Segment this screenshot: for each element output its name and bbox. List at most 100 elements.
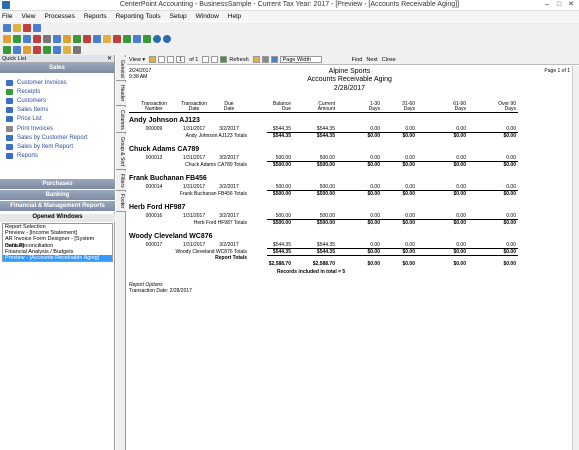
minimize-button[interactable]: – (541, 0, 553, 10)
menu-setup[interactable]: Setup (170, 13, 187, 20)
back-icon[interactable] (3, 23, 11, 32)
group-total-value: $500.00 (272, 220, 291, 226)
next-page-icon[interactable] (202, 56, 210, 63)
pen-icon[interactable] (33, 34, 41, 43)
report-icon (6, 153, 13, 160)
group-total-label: Andy Johnson AJ123 Totals (185, 133, 247, 139)
quick-item-sales-items[interactable]: Sales Items (0, 106, 114, 115)
company-name: Alpine Sports (328, 68, 371, 75)
close-button[interactable]: ✕ (565, 0, 577, 10)
stop-icon[interactable] (83, 34, 91, 43)
menu-file[interactable]: File (2, 13, 12, 20)
star-icon[interactable] (252, 56, 260, 63)
customer-icon[interactable] (23, 34, 31, 43)
tab-general[interactable]: General (116, 57, 126, 81)
purchases-section-header[interactable]: Purchases (0, 179, 115, 190)
menu-processes[interactable]: Processes (44, 13, 74, 20)
group-total-value: $0.00 (453, 133, 466, 139)
sales-section-header[interactable]: Sales (0, 63, 114, 74)
quick-item-sales-by-customer[interactable]: Sales by Customer Report (0, 133, 114, 142)
banking-section-header[interactable]: Banking (0, 190, 115, 201)
report-total-value: $0.00 (367, 261, 380, 267)
menu-help[interactable]: Help (228, 13, 241, 20)
tab-filters[interactable]: Filters (116, 171, 126, 191)
invoice-icon[interactable] (3, 34, 11, 43)
grid-icon[interactable] (133, 34, 141, 43)
report-icon (6, 143, 13, 150)
quick-item-reports[interactable]: Reports (0, 152, 114, 161)
receipt-icon (6, 88, 13, 95)
print-icon[interactable] (33, 23, 41, 32)
bill-icon[interactable] (23, 45, 31, 54)
delete-icon[interactable] (23, 23, 31, 32)
item-icon (6, 107, 13, 114)
maximize-button[interactable]: □ (553, 0, 565, 10)
group-total-value: $500.00 (272, 191, 291, 197)
payment-icon[interactable] (33, 45, 41, 54)
menu-reports[interactable]: Reports (84, 13, 107, 20)
print-icon[interactable] (261, 56, 269, 63)
quick-item-print-invoices[interactable]: Print Invoices (0, 124, 114, 133)
group-total-value: $0.00 (503, 220, 516, 226)
menu-window[interactable]: Window (196, 13, 219, 20)
records-count: Records included in total = 5 (277, 269, 346, 275)
quick-item-price-list[interactable]: Price List (0, 115, 114, 124)
document-icon[interactable] (63, 34, 71, 43)
page-number-input[interactable]: 1 (176, 56, 186, 63)
prev-page-icon[interactable] (167, 56, 175, 63)
vertical-scrollbar[interactable] (572, 66, 579, 450)
close-quick-list-icon[interactable]: ✕ (107, 55, 112, 63)
open-icon[interactable] (149, 56, 157, 63)
close-preview-button[interactable]: Close (382, 57, 396, 63)
refresh-icon[interactable] (220, 56, 228, 63)
tab-footer[interactable]: Footer (116, 192, 126, 212)
table-cell: 3/2/2017 (219, 184, 239, 190)
deposit-icon[interactable] (43, 45, 51, 54)
calendar-icon[interactable] (93, 34, 101, 43)
report-options-text: Transaction Date: 2/28/2017 (129, 288, 192, 294)
journal-icon[interactable] (63, 45, 71, 54)
purchase-icon[interactable] (13, 45, 21, 54)
print-icon (6, 125, 13, 132)
refresh-button[interactable]: Refresh (229, 57, 248, 63)
tab-group-sort[interactable]: Group & Sort (116, 134, 126, 170)
settings-icon[interactable] (73, 45, 81, 54)
quick-item-receipts[interactable]: Receipts (0, 87, 114, 96)
quick-item-customers[interactable]: Customers (0, 96, 114, 105)
quick-list-title: Quick List (2, 56, 27, 62)
money-icon[interactable] (123, 34, 131, 43)
zoom-select[interactable]: Page Width (279, 56, 322, 63)
menu-view[interactable]: View (21, 13, 35, 20)
opened-window-item-selected[interactable]: Preview - [Accounts Receivable Aging] (3, 254, 112, 262)
chart-icon[interactable] (113, 34, 121, 43)
report-title: Accounts Receivable Aging (307, 76, 392, 83)
globe-icon[interactable] (153, 34, 161, 43)
last-page-icon[interactable] (211, 56, 219, 63)
quick-item-sales-by-item[interactable]: Sales by Item Report (0, 142, 114, 151)
tab-header[interactable]: Header (116, 82, 126, 106)
export-icon[interactable] (270, 56, 278, 63)
menu-reporting-tools[interactable]: Reporting Tools (116, 13, 161, 20)
help-icon[interactable] (163, 34, 171, 43)
check-icon[interactable] (43, 34, 51, 43)
report-total-value: $0.00 (402, 261, 415, 267)
transfer-icon[interactable] (53, 45, 61, 54)
tab-columns[interactable]: Columns (116, 107, 126, 133)
group-total-label: Chuck Adams CA789 Totals (185, 162, 247, 168)
report-icon[interactable] (53, 34, 61, 43)
report-as-of-date: 2/28/2017 (333, 85, 366, 92)
quick-item-customer-invoices[interactable]: Customer Invoices (0, 78, 114, 87)
vendor-icon[interactable] (3, 45, 11, 54)
view-menu[interactable]: View ▾ (129, 57, 145, 63)
first-page-icon[interactable] (158, 56, 166, 63)
folder-icon[interactable] (13, 23, 21, 32)
find-button[interactable]: Find (352, 57, 363, 63)
group-total-value: $500.00 (316, 191, 335, 197)
next-button[interactable]: Next (366, 57, 377, 63)
key-icon[interactable] (103, 34, 111, 43)
financial-reports-section-header[interactable]: Financial & Management Reports (0, 201, 115, 212)
refresh-icon[interactable] (143, 34, 151, 43)
receipt-icon[interactable] (13, 34, 21, 43)
header-divider (129, 112, 518, 113)
bank-icon[interactable] (73, 34, 81, 43)
